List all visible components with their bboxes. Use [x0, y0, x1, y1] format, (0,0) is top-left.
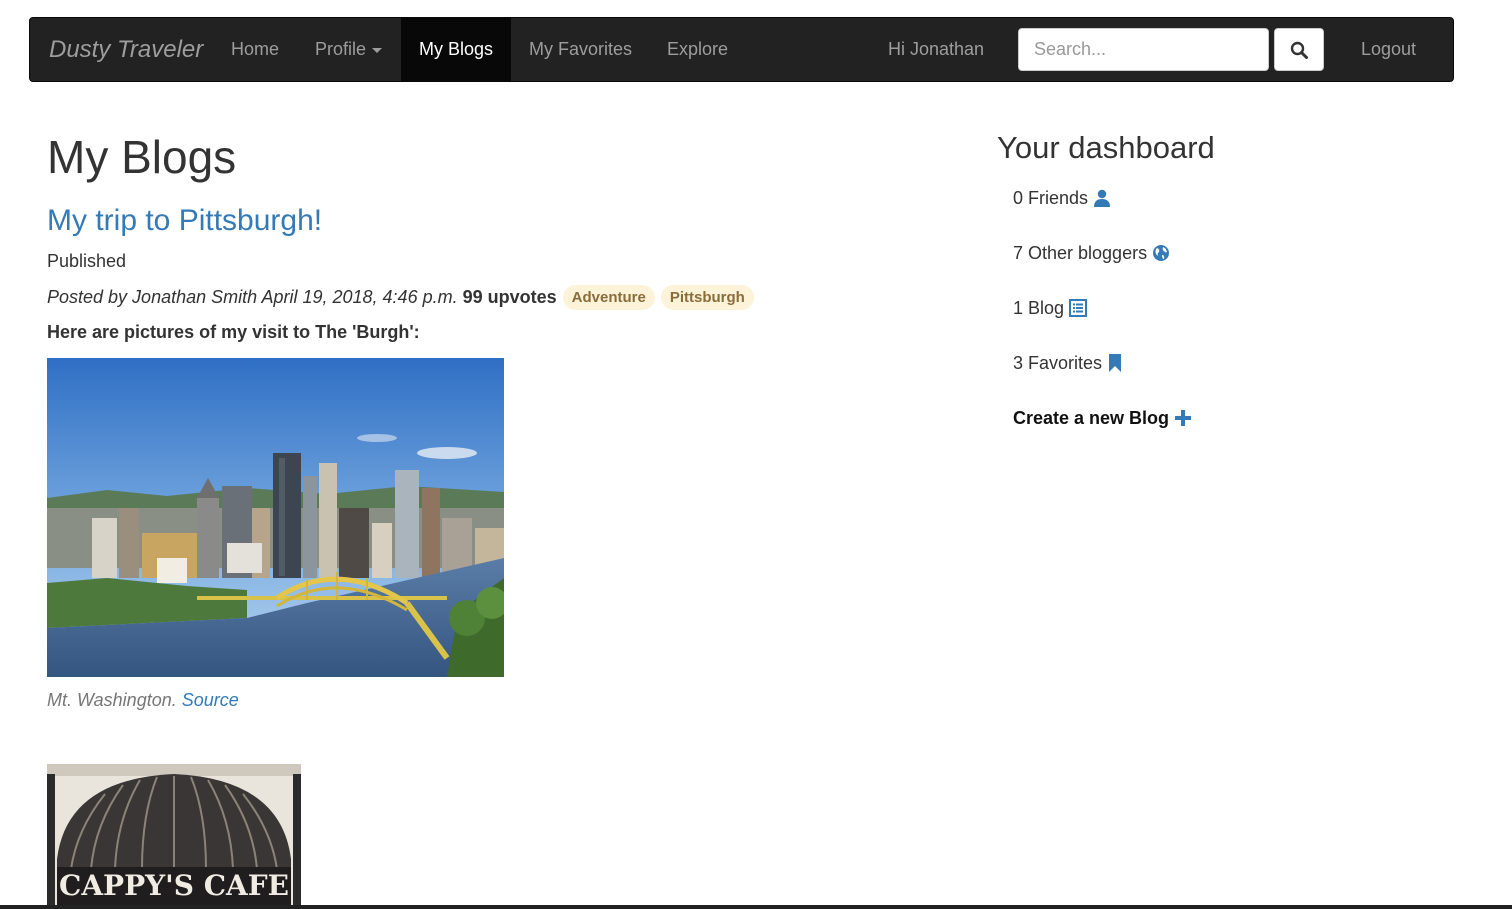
cafe-sign-text: CAPPY'S CAFE [59, 869, 289, 902]
caption-text: Mt. Washington. [47, 690, 177, 710]
image-caption: Mt. Washington. Source [47, 690, 239, 711]
brand-logo[interactable]: Dusty Traveler [49, 18, 203, 81]
list-icon [1069, 299, 1088, 317]
page-title: My Blogs [47, 131, 237, 183]
post-intro: Here are pictures of my visit to The 'Bu… [47, 322, 420, 342]
dashboard-blogs[interactable]: 1 Blog [1013, 296, 1088, 320]
dashboard-other-bloggers[interactable]: 7 Other bloggers [1013, 241, 1170, 265]
tag-badge[interactable]: Adventure [562, 284, 655, 310]
nav-my-blogs[interactable]: My Blogs [401, 18, 512, 81]
nav-explore[interactable]: Explore [667, 18, 728, 81]
post-meta: Posted by Jonathan Smith April 19, 2018,… [47, 284, 754, 310]
search-icon [1290, 41, 1308, 59]
search-input[interactable] [1018, 28, 1269, 71]
caption-source-link[interactable]: Source [182, 690, 239, 710]
tag-badge[interactable]: Pittsburgh [660, 284, 754, 310]
nav-profile-label: Profile [315, 39, 367, 59]
post-byline: Posted by Jonathan Smith April 19, 2018,… [47, 286, 458, 307]
caret-down-icon [372, 47, 383, 53]
window-bottom-edge [0, 905, 1512, 909]
dashboard-favorites[interactable]: 3 Favorites [1013, 351, 1123, 375]
plus-icon [1175, 410, 1192, 426]
dashboard-friends-label: 0 Friends [1013, 187, 1089, 208]
user-icon [1094, 189, 1111, 207]
post-title-link[interactable]: My trip to Pittsburgh! [47, 204, 322, 238]
nav-profile-dropdown[interactable]: Profile [315, 18, 383, 81]
navbar: Dusty Traveler Home Profile My Blogs My … [29, 17, 1454, 82]
pittsburgh-skyline-image [47, 358, 504, 677]
post-upvotes: 99 upvotes [462, 286, 557, 307]
dashboard-blogs-label: 1 Blog [1013, 297, 1065, 318]
nav-my-favorites[interactable]: My Favorites [529, 18, 632, 81]
globe-icon [1153, 245, 1170, 261]
cafe-awning-image: CAPPY'S CAFE [47, 764, 301, 906]
post-status: Published [47, 251, 127, 271]
logout-link[interactable]: Logout [1361, 18, 1416, 81]
create-blog-link[interactable]: Create a new Blog [1013, 406, 1192, 430]
dashboard-friends[interactable]: 0 Friends [1013, 186, 1111, 210]
dashboard-title: Your dashboard [997, 130, 1215, 165]
search-button[interactable] [1274, 28, 1324, 71]
create-blog-label: Create a new Blog [1013, 407, 1170, 428]
nav-home[interactable]: Home [231, 18, 279, 81]
user-greeting: Hi Jonathan [888, 39, 985, 59]
dashboard-favorites-label: 3 Favorites [1013, 352, 1103, 373]
bookmark-icon [1109, 354, 1122, 372]
dashboard-bloggers-label: 7 Other bloggers [1013, 242, 1148, 263]
